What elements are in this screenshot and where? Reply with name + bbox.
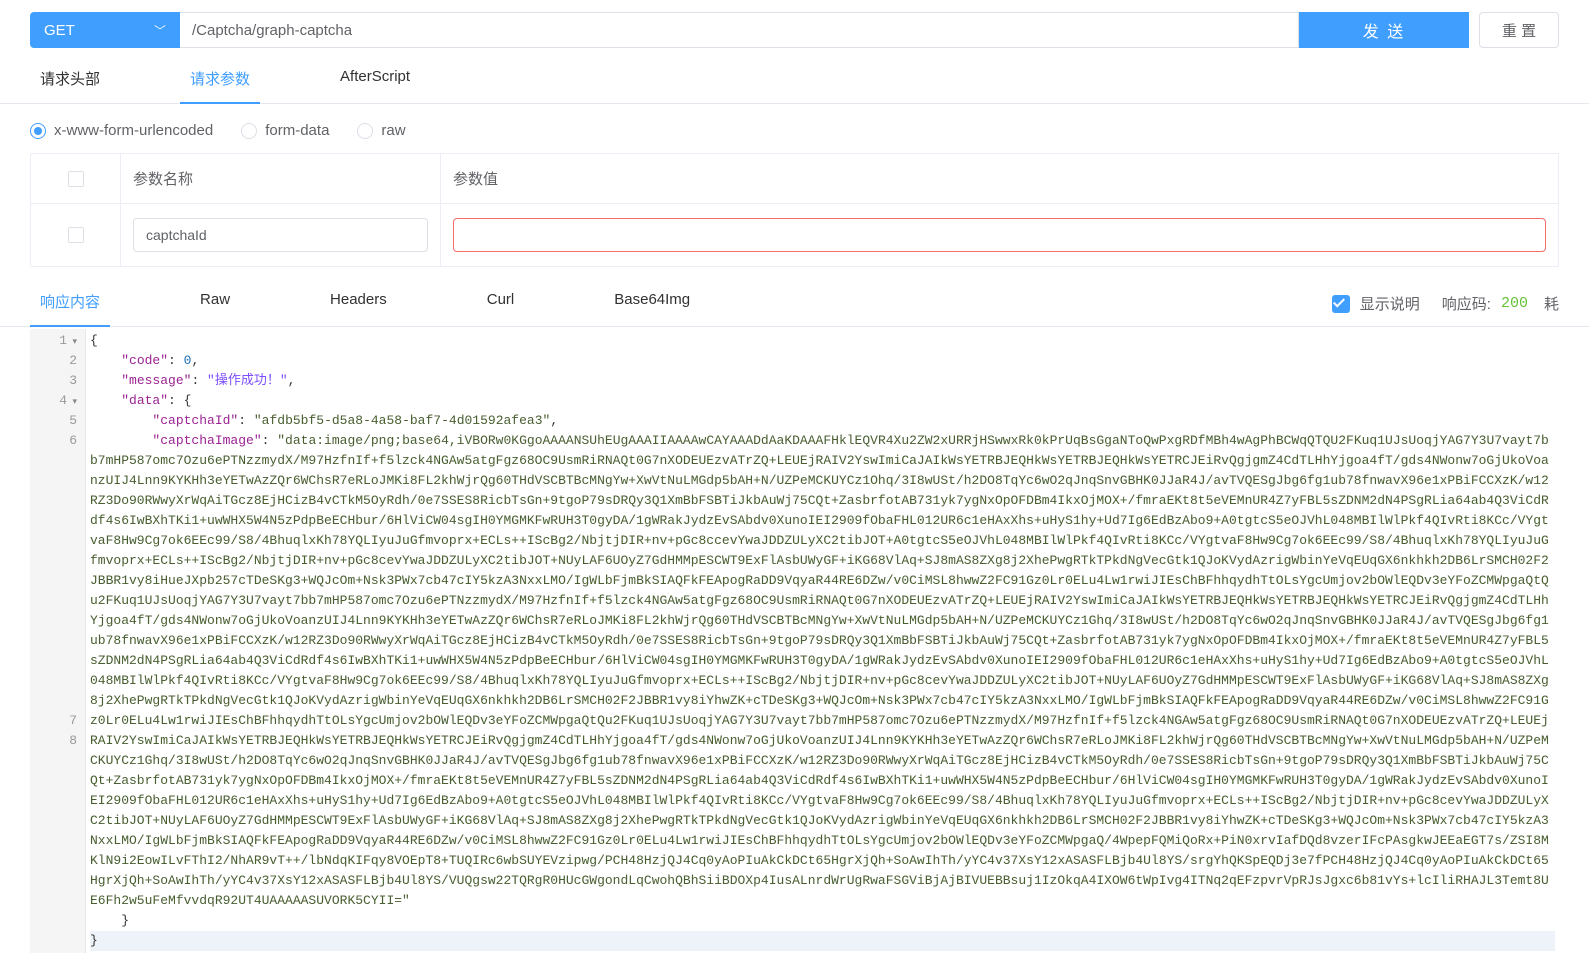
chevron-down-icon: ﹀ [154,22,166,39]
tab-afterscript[interactable]: AfterScript [330,68,420,103]
show-desc-checkbox[interactable] [1332,295,1350,313]
method-select[interactable]: GET ﹀ [30,12,180,48]
param-name-input[interactable] [133,218,428,252]
send-button[interactable]: 发 送 [1299,12,1469,48]
reset-button[interactable]: 重 置 [1479,12,1559,48]
radio-label: raw [381,122,405,139]
response-editor[interactable]: 1 2 3 4 5 6 7 8 { "code": 0, "message": … [30,329,1559,953]
row-checkbox[interactable] [68,227,84,243]
params-name-header: 参数名称 [121,154,441,203]
params-value-header: 参数值 [441,154,1558,203]
url-input[interactable] [180,12,1299,48]
tab-raw[interactable]: Raw [190,291,240,326]
radio-urlencoded[interactable]: x-www-form-urlencoded [30,122,213,139]
tab-curl[interactable]: Curl [477,291,525,326]
tab-headers[interactable]: Headers [320,291,397,326]
radio-icon [241,123,257,139]
resp-code-label: 响应码: [1442,293,1491,314]
checkbox-all[interactable] [68,171,84,187]
body-type-radios: x-www-form-urlencoded form-data raw [0,104,1589,153]
editor-gutter: 1 2 3 4 5 6 7 8 [30,329,86,953]
tab-base64img[interactable]: Base64Img [604,291,700,326]
show-desc-label: 显示说明 [1360,293,1420,314]
params-table: 参数名称 参数值 [30,153,1559,267]
radio-label: x-www-form-urlencoded [54,122,213,139]
response-status: 显示说明 响应码: 200 耗 [1332,293,1559,324]
tab-response-content[interactable]: 响应内容 [30,291,110,326]
resp-code-value: 200 [1501,295,1528,312]
resp-time-label: 耗 [1544,293,1559,314]
response-tabs: 响应内容 Raw Headers Curl Base64Img [30,291,700,326]
tab-request-headers[interactable]: 请求头部 [30,68,110,103]
radio-icon [30,123,46,139]
tab-request-params[interactable]: 请求参数 [180,68,260,103]
radio-formdata[interactable]: form-data [241,122,329,139]
radio-label: form-data [265,122,329,139]
request-tabs: 请求头部 请求参数 AfterScript [0,48,1589,104]
method-value: GET [44,22,75,39]
radio-icon [357,123,373,139]
editor-code[interactable]: { "code": 0, "message": "操作成功！", "data":… [86,329,1559,953]
param-value-input[interactable] [453,218,1546,252]
radio-raw[interactable]: raw [357,122,405,139]
